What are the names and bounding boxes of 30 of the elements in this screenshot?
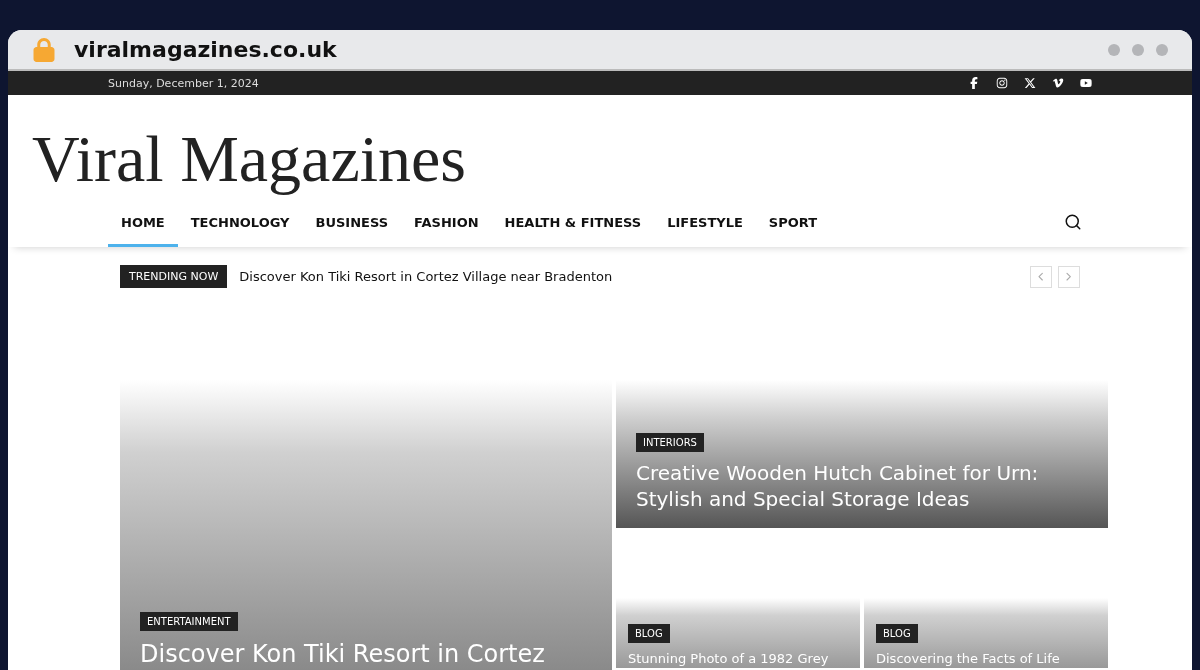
article-card[interactable]: INTERIORS Creative Wooden Hutch Cabinet for Urn: Stylish and Special Storage Ideas <box>616 380 1108 528</box>
category-tag[interactable]: ENTERTAINMENT <box>140 611 238 631</box>
nav-tab[interactable]: FASHION <box>401 201 492 247</box>
nav-tab[interactable]: HOME <box>108 201 178 247</box>
trending-label: TRENDING NOW <box>120 265 228 288</box>
article-card[interactable]: BLOG Discovering the Facts of Life <box>864 598 1108 668</box>
vimeo-icon[interactable] <box>1052 77 1064 90</box>
site-logo[interactable]: Viral Magazines <box>32 121 1192 197</box>
facebook-icon[interactable] <box>968 77 980 90</box>
instagram-icon[interactable] <box>996 77 1008 90</box>
trending-headline[interactable]: Discover Kon Tiki Resort in Cortez Village near Bradenton <box>239 269 613 284</box>
nav-tab[interactable]: SPORT <box>755 201 831 247</box>
nav-tab[interactable]: HEALTH & FITNESS <box>491 201 655 247</box>
nav-tab[interactable]: LIFESTYLE <box>654 201 756 247</box>
category-tag[interactable]: INTERIORS <box>636 433 704 452</box>
window-dot[interactable] <box>1108 43 1120 56</box>
nav-tab[interactable]: BUSINESS <box>302 201 402 247</box>
article-card[interactable]: BLOG Stunning Photo of a 1982 Grey <box>616 598 860 668</box>
category-tag[interactable]: BLOG <box>876 624 918 644</box>
date-text: Sunday, December 1, 2024 <box>108 76 259 90</box>
window-dot[interactable] <box>1132 43 1144 56</box>
search-icon[interactable] <box>1064 213 1082 231</box>
lock-icon <box>32 37 56 62</box>
article-title[interactable]: Creative Wooden Hutch Cabinet for Urn: Stylish and Special Storage Ideas <box>636 460 1088 512</box>
nav-tab[interactable]: TECHNOLOGY <box>177 201 303 247</box>
x-icon[interactable] <box>1024 77 1036 90</box>
window-dot[interactable] <box>1156 43 1168 56</box>
youtube-icon[interactable] <box>1080 77 1092 90</box>
address-text: viralmagazines.co.uk <box>74 37 337 63</box>
category-tag[interactable]: BLOG <box>628 624 670 644</box>
